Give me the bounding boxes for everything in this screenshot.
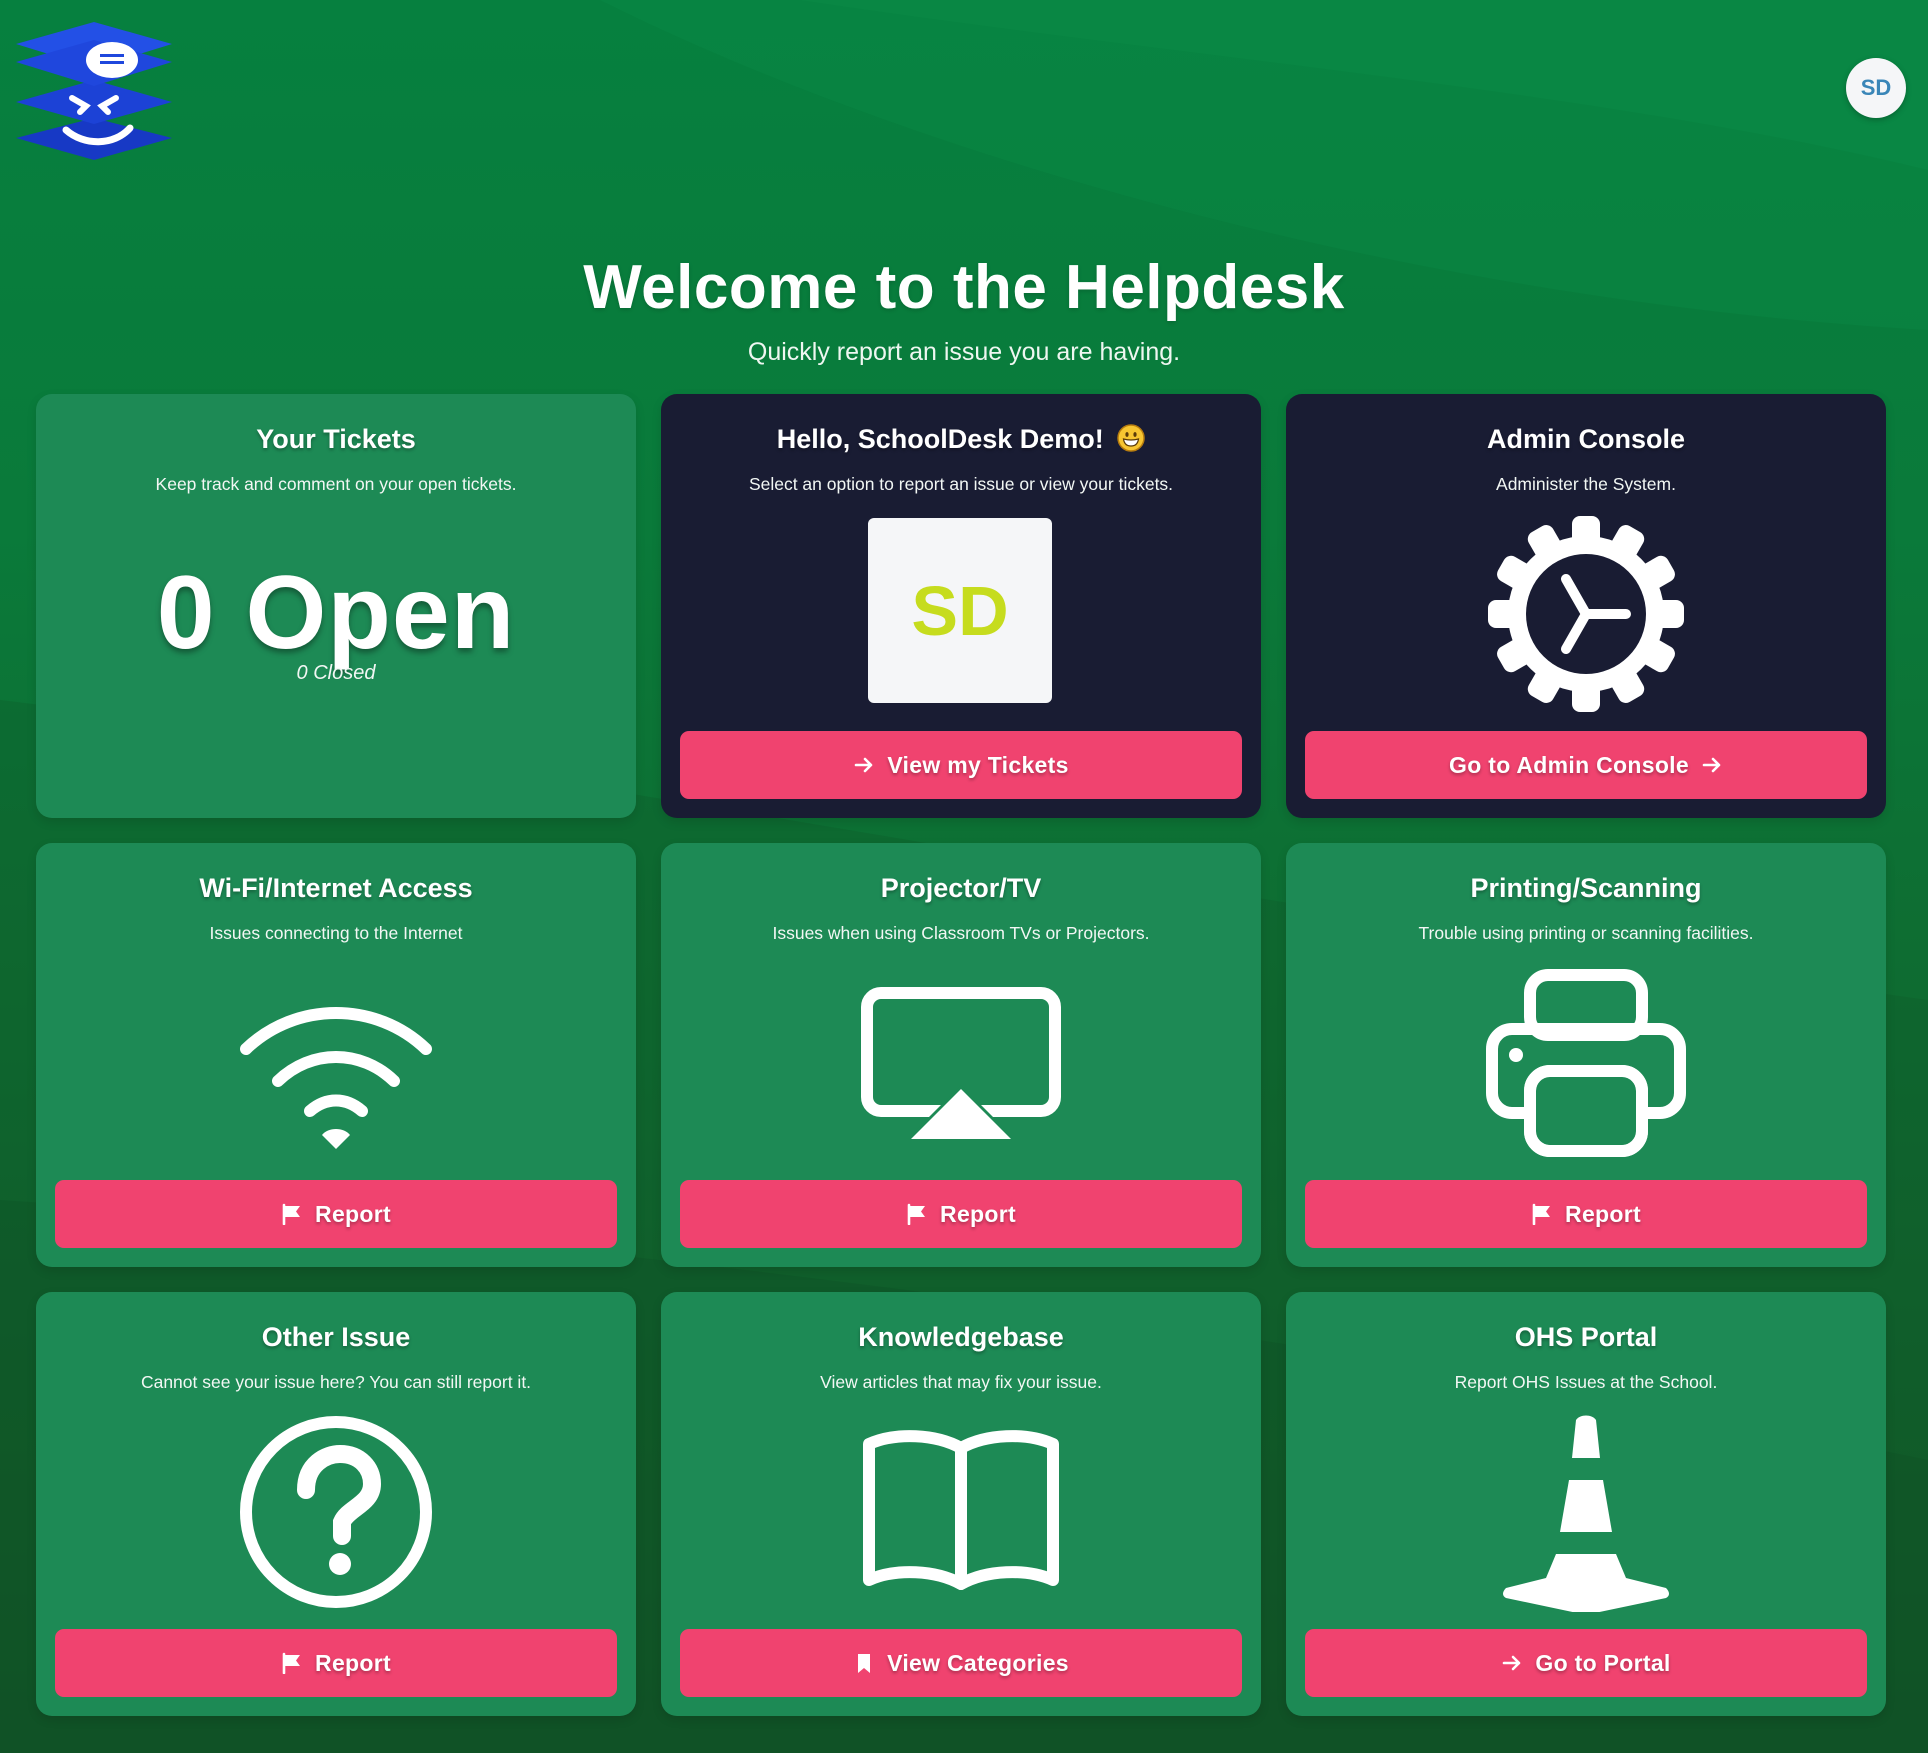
wifi-card: Wi-Fi/Internet Access Issues connecting … xyxy=(36,843,636,1267)
arrow-right-icon xyxy=(855,757,873,773)
card-description: Issues when using Classroom TVs or Proje… xyxy=(772,923,1150,943)
page-subtitle: Quickly report an issue you are having. xyxy=(747,338,1181,366)
ohs-portal-card: OHS Portal Report OHS Issues at the Scho… xyxy=(1286,1292,1886,1716)
report-printing-button[interactable]: Report xyxy=(1305,1180,1867,1248)
card-description: View articles that may fix your issue. xyxy=(820,1372,1102,1392)
closed-tickets-count: 0 Closed xyxy=(296,662,376,684)
user-avatar[interactable]: SD xyxy=(1846,58,1906,118)
card-description: Cannot see your issue here? You can stil… xyxy=(140,1372,532,1392)
card-description: Keep track and comment on your open tick… xyxy=(155,474,517,494)
card-title: Your Tickets xyxy=(256,424,416,454)
card-title: Knowledgebase xyxy=(858,1322,1064,1352)
report-projector-button[interactable]: Report xyxy=(680,1180,1242,1248)
button-label: Go to Portal xyxy=(1535,1649,1671,1676)
button-label: Report xyxy=(940,1200,1016,1227)
flag-icon xyxy=(1532,1203,1551,1225)
card-description: Administer the System. xyxy=(1496,474,1676,494)
bookmark-icon xyxy=(858,1654,871,1673)
printer-icon xyxy=(1486,969,1686,1157)
card-title: Hello, SchoolDesk Demo! xyxy=(661,424,1261,455)
card-description: Issues connecting to the Internet xyxy=(209,923,463,943)
go-to-portal-button[interactable]: Go to Portal xyxy=(1305,1629,1867,1697)
flag-icon xyxy=(282,1203,301,1225)
button-label: Go to Admin Console xyxy=(1449,751,1689,778)
admin-console-card: Admin Console Administer the System. Go … xyxy=(1286,394,1886,818)
card-description: Trouble using printing or scanning facil… xyxy=(1418,923,1754,943)
your-tickets-card[interactable]: Your Tickets Keep track and comment on y… xyxy=(36,394,636,818)
hello-card: Hello, SchoolDesk Demo! Select an option… xyxy=(661,394,1261,818)
question-mark-icon xyxy=(240,1416,432,1608)
card-title: Other Issue xyxy=(261,1322,411,1352)
go-to-admin-console-button[interactable]: Go to Admin Console xyxy=(1305,731,1867,799)
traffic-cone-icon xyxy=(1503,1415,1669,1612)
printing-card: Printing/Scanning Trouble using printing… xyxy=(1286,843,1886,1267)
flag-icon xyxy=(282,1652,301,1674)
card-title: Wi-Fi/Internet Access xyxy=(199,873,473,903)
card-title: Projector/TV xyxy=(880,873,1042,903)
view-my-tickets-button[interactable]: View my Tickets xyxy=(680,731,1242,799)
projector-tv-icon xyxy=(861,987,1061,1139)
arrow-right-icon xyxy=(1503,1655,1521,1671)
card-title: OHS Portal xyxy=(1514,1322,1658,1352)
open-tickets-count: 0 Open xyxy=(156,555,516,671)
other-issue-card: Other Issue Cannot see your issue here? … xyxy=(36,1292,636,1716)
page-title: Welcome to the Helpdesk xyxy=(583,253,1345,322)
button-label: View my Tickets xyxy=(887,751,1069,778)
arrow-right-icon xyxy=(1702,757,1721,773)
card-description: Select an option to report an issue or v… xyxy=(748,474,1174,494)
button-label: Report xyxy=(315,1200,391,1227)
flag-icon xyxy=(907,1203,926,1225)
helpdesk-logo[interactable] xyxy=(14,20,174,160)
open-book-icon xyxy=(863,1430,1059,1590)
report-other-issue-button[interactable]: Report xyxy=(55,1629,617,1697)
button-label: View Categories xyxy=(887,1649,1069,1676)
report-wifi-button[interactable]: Report xyxy=(55,1180,617,1248)
card-title: Admin Console xyxy=(1486,424,1685,454)
button-label: Report xyxy=(1565,1200,1641,1227)
card-description: Report OHS Issues at the School. xyxy=(1454,1372,1718,1392)
projector-card: Projector/TV Issues when using Classroom… xyxy=(661,843,1261,1267)
hello-greeting: Hello, SchoolDesk Demo! xyxy=(776,424,1104,454)
knowledgebase-card: Knowledgebase View articles that may fix… xyxy=(661,1292,1261,1716)
wifi-icon xyxy=(240,1007,432,1149)
card-title: Printing/Scanning xyxy=(1470,873,1702,903)
button-label: Report xyxy=(315,1649,391,1676)
grinning-face-icon xyxy=(1117,424,1146,452)
view-categories-button[interactable]: View Categories xyxy=(680,1629,1242,1697)
user-profile-tile: SD xyxy=(868,518,1052,703)
gear-icon xyxy=(1488,516,1684,712)
